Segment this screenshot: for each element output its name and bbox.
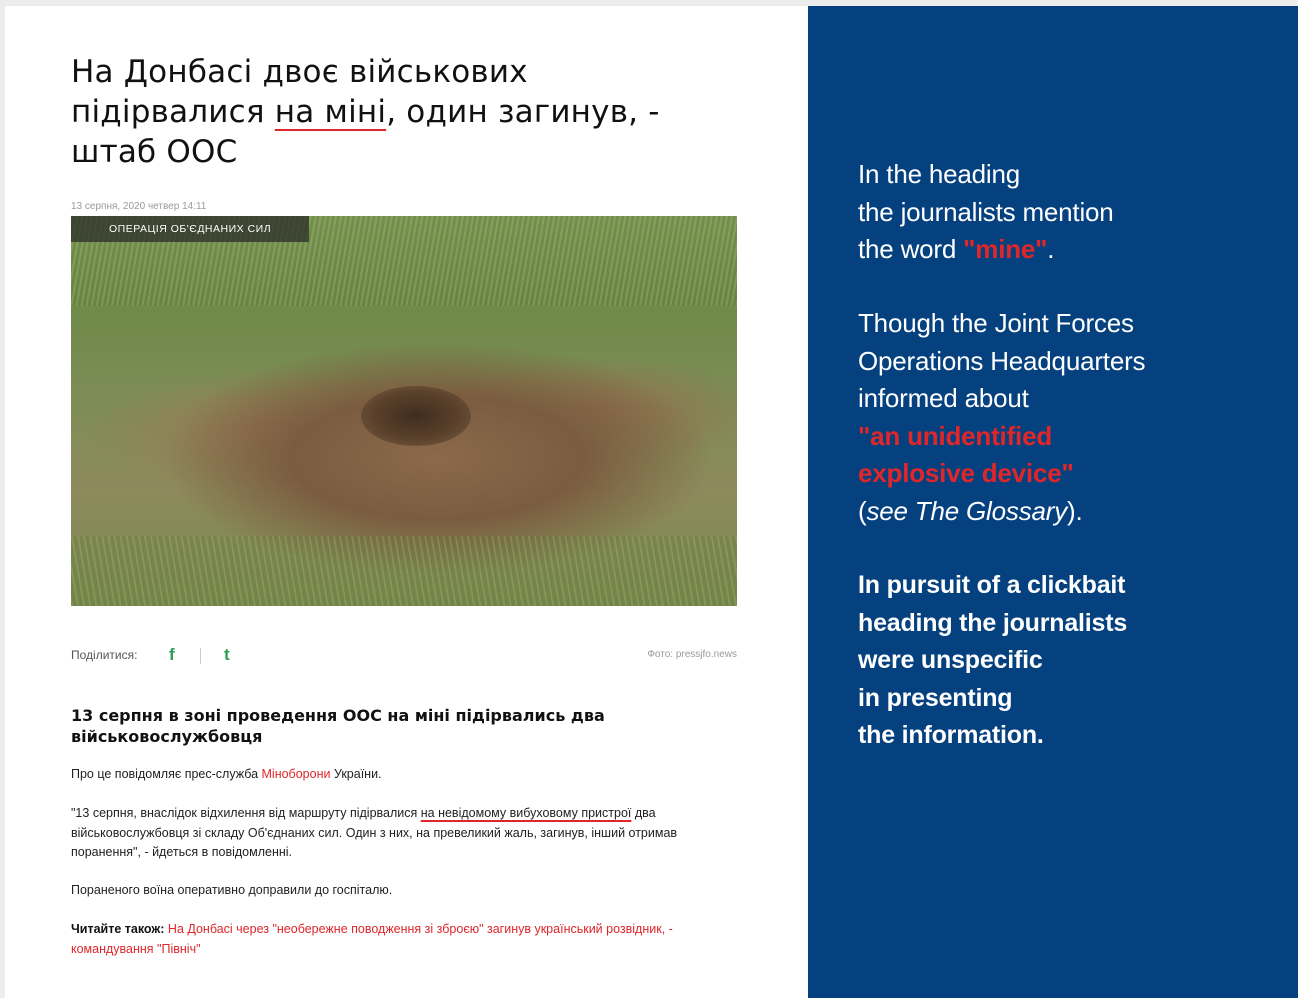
read-also: Читайте також: На Донбасі через "необере…	[71, 920, 721, 959]
paragraph-source: Про це повідомляє прес-служба Міноборони…	[71, 765, 721, 785]
glossary-reference: see The Glossary	[866, 495, 1068, 526]
ministry-link[interactable]: Міноборони	[262, 767, 331, 781]
photo-crater	[361, 386, 471, 446]
commentary-block-heading: In the heading the journalists mention t…	[858, 156, 1278, 269]
share-divider	[200, 648, 201, 664]
quote-highlight: на невідомому вибуховому пристрої	[420, 806, 632, 820]
block1-line2: the journalists mention	[858, 196, 1114, 227]
headline-highlight: на міні	[274, 94, 387, 130]
share-row: Поділитися: f t Фото: pressjfo.news	[71, 645, 737, 666]
article-lead: 13 серпня в зоні проведення ООС на міні …	[71, 706, 605, 746]
commentary-block-jfo: Though the Joint Forces Operations Headq…	[858, 305, 1278, 530]
commentary-block-conclusion: In pursuit of a clickbait heading the jo…	[858, 567, 1278, 755]
block2-highlight-line1: "an unidentified	[858, 420, 1053, 451]
block3-line3: were unspecific	[858, 646, 1043, 674]
article-panel: На Донбасі двоє військових підірвалися н…	[5, 6, 808, 998]
block2-glossary-line: (see The Glossary).	[858, 493, 1278, 531]
twitter-icon[interactable]: t	[224, 645, 230, 665]
photo-credit: Фото: pressjfo.news	[647, 649, 737, 660]
paragraph-hospital: Пораненого воїна оперативно доправили до…	[71, 883, 393, 897]
block1-highlight: "mine"	[963, 234, 1048, 264]
commentary-sidebar: In the heading the journalists mention t…	[808, 6, 1298, 998]
article-headline: На Донбасі двоє військових підірвалися н…	[71, 52, 711, 172]
block1-line3-start: the word	[858, 234, 964, 264]
block1-line3-end: .	[1047, 234, 1055, 264]
block1-line3: the word "mine".	[858, 231, 1278, 269]
share-label: Поділитися:	[71, 648, 138, 662]
block2-line1: Though the Joint Forces	[858, 308, 1134, 338]
article-date: 13 серпня, 2020 четвер 14:11	[71, 201, 207, 212]
paragraph-quote: "13 серпня, внаслідок відхилення від мар…	[71, 804, 721, 863]
block2-highlight-line2: explosive device"	[858, 458, 1074, 488]
photo-grass-bottom	[71, 536, 737, 606]
read-also-label: Читайте також:	[71, 922, 165, 936]
block3-line1: In pursuit of a clickbait	[858, 571, 1126, 599]
block3-line2: heading the journalists	[858, 608, 1128, 637]
category-badge[interactable]: ОПЕРАЦІЯ ОБ'ЄДНАНИХ СИЛ	[71, 216, 310, 242]
p2-text-start: "13 серпня, внаслідок відхилення від мар…	[71, 806, 421, 820]
block3-line5: the information.	[858, 721, 1044, 749]
p1-text-end: України.	[330, 767, 382, 781]
block2-line2: Operations Headquarters	[858, 345, 1146, 376]
article-photo: ОПЕРАЦІЯ ОБ'ЄДНАНИХ СИЛ	[71, 216, 737, 606]
block3-line4: in presenting	[858, 683, 1013, 712]
paren-close: ).	[1067, 495, 1083, 526]
p1-text-start: Про це повідомляє прес-служба	[71, 767, 262, 781]
facebook-icon[interactable]: f	[169, 645, 175, 665]
block1-line1: In the heading	[858, 159, 1021, 189]
block2-line3: informed about	[858, 383, 1029, 413]
